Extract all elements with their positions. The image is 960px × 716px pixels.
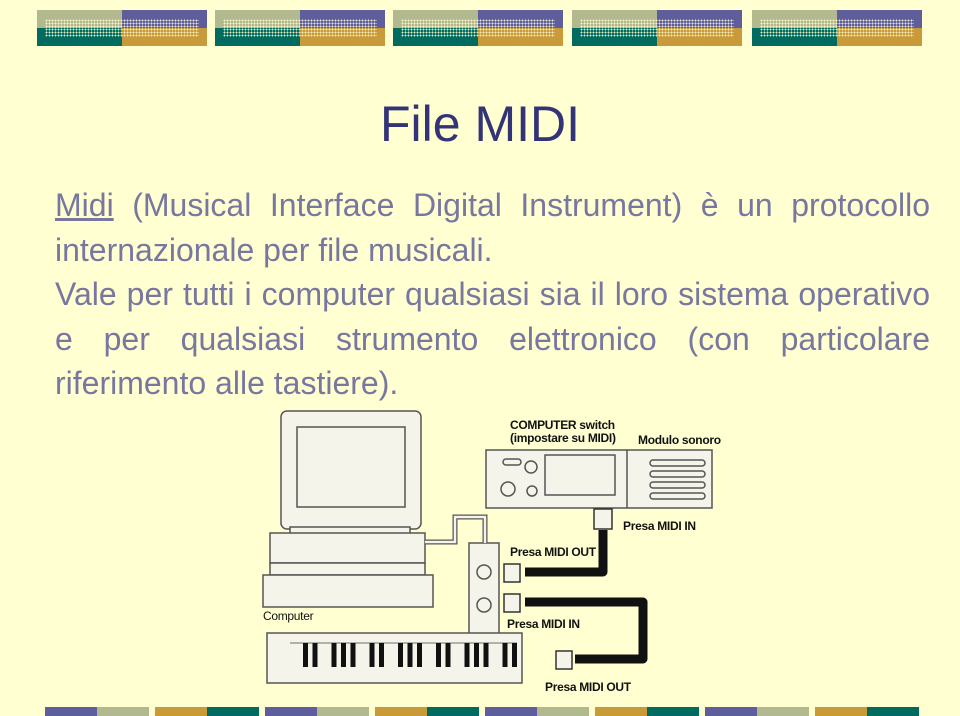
black-key [417, 643, 422, 667]
midi-link[interactable]: Midi [55, 187, 114, 223]
switch-note-label: (impostare su MIDI) [510, 431, 616, 445]
keyboard-midi-out-label: Presa MIDI OUT [545, 680, 631, 694]
black-key [398, 643, 403, 667]
paragraph-1: Midi (Musical Interface Digital Instrume… [55, 183, 930, 272]
module-midi-in-label: Presa MIDI IN [623, 519, 696, 533]
computer-switch-label: COMPUTER switch [510, 418, 615, 432]
decor-block [595, 707, 699, 716]
computer-label: Computer [263, 609, 314, 623]
decor-block [572, 10, 742, 46]
decor-block [265, 707, 369, 716]
black-key [464, 643, 470, 667]
black-key [445, 643, 451, 667]
paragraph-text: (Musical Interface Digital Instrument) è… [55, 187, 930, 268]
page-title: File MIDI [380, 96, 580, 152]
black-key [483, 643, 489, 667]
decor-block [752, 10, 922, 46]
computer-base [269, 532, 426, 564]
midi-connection-diagram: COMPUTER switch (impostare su MIDI) Modu… [255, 405, 725, 705]
black-key [331, 643, 337, 667]
slide-body: Midi (Musical Interface Digital Instrume… [55, 183, 930, 406]
decor-block [45, 707, 149, 716]
decor-block [375, 707, 479, 716]
decor-block [155, 707, 259, 716]
paragraph-2: Vale per tutti i computer qualsiasi sia … [55, 276, 930, 401]
decorative-top-bar [0, 10, 960, 46]
midi-interface-box [468, 542, 500, 636]
decor-block [815, 707, 919, 716]
black-key [341, 643, 346, 667]
diagram-illustration [262, 410, 713, 684]
decor-block [393, 10, 563, 46]
black-key [369, 643, 375, 667]
decorative-bottom-bar [0, 707, 960, 716]
black-key [436, 643, 441, 667]
interface-midi-out-label: Presa MIDI OUT [510, 545, 596, 559]
black-key [512, 643, 517, 667]
black-key [350, 643, 356, 667]
sound-module-label: Modulo sonoro [638, 433, 721, 447]
decor-block [485, 707, 589, 716]
decor-block [215, 10, 385, 46]
black-key [474, 643, 479, 667]
black-key [303, 643, 308, 667]
interface-midi-in-label: Presa MIDI IN [507, 617, 580, 631]
black-key [502, 643, 508, 667]
black-key [379, 643, 384, 667]
decor-block [37, 10, 207, 46]
decor-block [705, 707, 809, 716]
black-key [312, 643, 318, 667]
black-key [407, 643, 413, 667]
computer-keyboard [262, 574, 434, 608]
